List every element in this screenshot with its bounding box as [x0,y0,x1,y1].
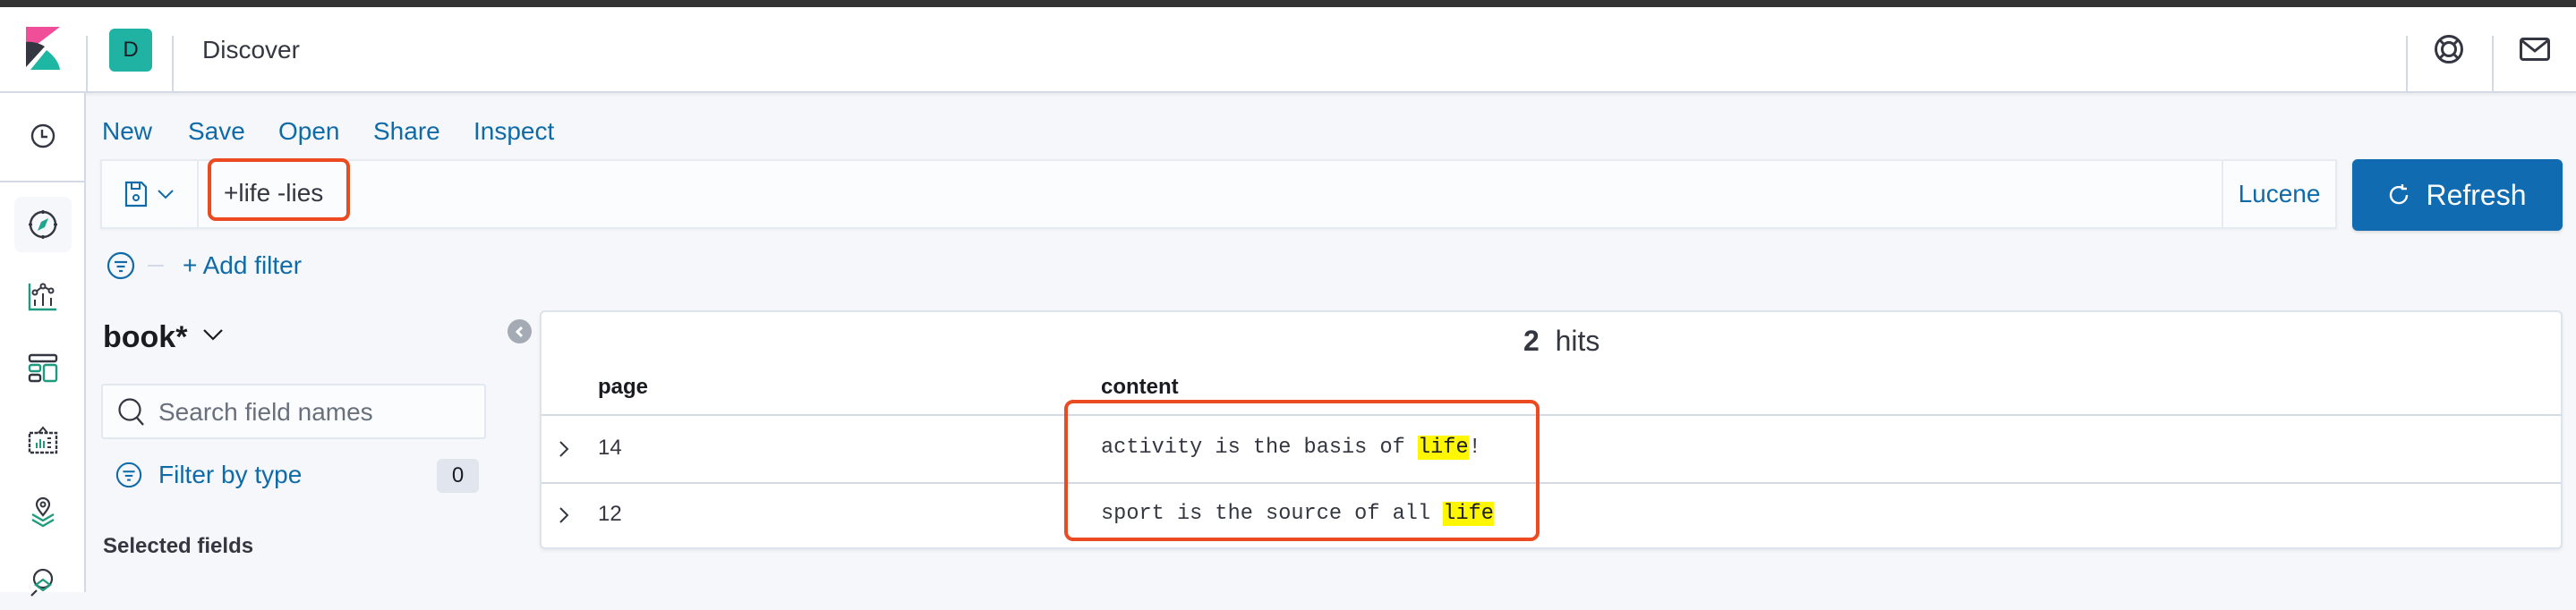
clock-icon [30,123,55,148]
space-avatar-letter: D [123,38,139,62]
refresh-label: Refresh [2426,178,2527,211]
filter-icon [107,251,135,280]
collapse-sidebar-button[interactable] [508,319,532,343]
filter-by-type-button[interactable]: Filter by type [158,460,302,490]
field-search-input[interactable] [158,396,472,428]
menu-new[interactable]: New [102,117,152,146]
results-panel: 2 hits page content 14 activity is the b… [540,310,2563,549]
side-nav-machine-learning[interactable] [14,555,72,610]
filter-by-type-icon [115,462,142,488]
hit-count-number: 2 [1523,325,1540,357]
chevron-down-icon [158,190,174,199]
refresh-icon [2390,184,2409,205]
filter-separator [148,265,164,267]
hits-label: hits [1555,325,1600,357]
app-header [0,7,2576,93]
column-header-content[interactable]: content [1101,374,1179,401]
space-avatar[interactable]: D [109,29,152,72]
filter-count-badge: 0 [437,459,479,493]
side-nav-divider [0,181,86,182]
compass-icon [29,210,57,239]
save-disk-icon [124,181,148,208]
side-nav-discover[interactable] [14,197,72,252]
search-icon [118,398,144,426]
page-title: Discover [202,36,300,64]
refresh-button[interactable]: Refresh [2352,159,2563,231]
query-language-button[interactable]: Lucene [2222,161,2335,227]
annotation-highlight-box-results [1064,400,1540,541]
side-nav-visualize[interactable] [14,269,72,325]
help-icon [2435,35,2463,64]
header-divider [86,36,88,93]
column-header-page[interactable]: page [598,374,648,401]
table-row: 12 sport is the source of all life [542,484,2561,547]
help-button[interactable] [2433,33,2465,65]
ml-icon [30,568,54,597]
canvas-icon [28,426,58,454]
query-bar: +life -lies Lucene [100,159,2337,229]
table-row: 14 activity is the basis of life! [542,416,2561,482]
maps-icon [31,497,55,528]
newsfeed-button[interactable] [2519,33,2551,65]
filter-options-button[interactable] [107,251,135,280]
side-nav-maps[interactable] [14,485,72,540]
menu-inspect[interactable]: Inspect [473,117,554,146]
cell-page: 12 [598,502,622,526]
expand-row-chevron-right-icon[interactable] [557,505,571,525]
menu-share[interactable]: Share [373,117,440,146]
side-nav-dashboard[interactable] [14,341,72,396]
kibana-logo-icon[interactable] [26,27,60,70]
index-pattern-chevron-down-icon[interactable] [200,326,226,343]
chevron-left-icon [515,326,523,337]
hits-count: 2 hits [1523,325,1599,357]
header-divider [172,36,174,93]
top-system-bar [0,0,2576,7]
menu-open[interactable]: Open [278,117,340,146]
header-divider [2406,36,2408,93]
field-search-box [101,384,486,439]
add-filter-button[interactable]: + Add filter [183,250,302,281]
index-pattern-title[interactable]: book* [103,319,187,355]
header-divider [2492,36,2494,93]
visualize-icon [28,283,56,311]
dashboard-icon [28,353,58,383]
cell-page: 14 [598,436,622,460]
selected-fields-heading: Selected fields [103,534,254,558]
menu-save[interactable]: Save [188,117,245,146]
side-nav-recently-viewed[interactable] [14,108,72,164]
side-nav-canvas[interactable] [14,413,72,469]
saved-queries-button[interactable] [102,161,199,227]
annotation-highlight-box-query [208,158,350,221]
mail-icon [2520,38,2550,61]
expand-row-chevron-right-icon[interactable] [557,439,571,459]
